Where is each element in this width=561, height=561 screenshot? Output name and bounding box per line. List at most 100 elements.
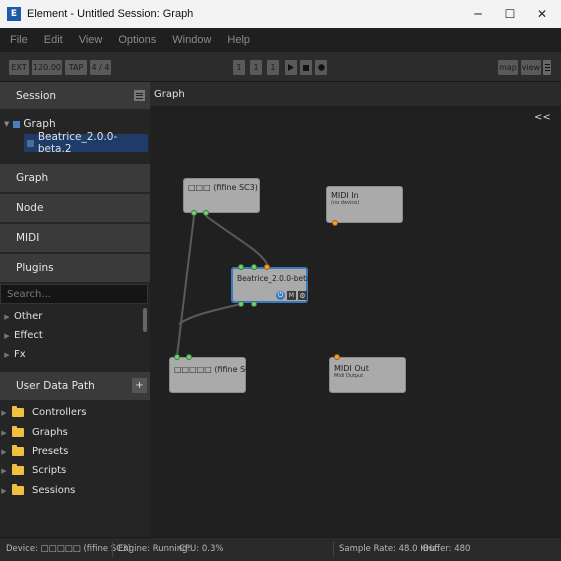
stop-button[interactable] xyxy=(300,60,312,75)
power-icon[interactable]: ⏻ xyxy=(276,291,285,300)
audio-in-port[interactable] xyxy=(174,354,180,360)
graph-view-header: Graph xyxy=(150,82,561,106)
node-title: □□□ (fifine SC3) xyxy=(188,183,258,192)
input-device-node[interactable]: □□□ (fifine SC3) xyxy=(183,178,260,216)
midi-in-port[interactable] xyxy=(334,354,340,360)
panel-toggle-icon[interactable] xyxy=(543,60,551,75)
audio-in-port[interactable] xyxy=(186,354,192,360)
graph-canvas[interactable]: << □□□ (fifine SC3) MIDI In (no device) … xyxy=(150,106,561,537)
section-graph[interactable]: Graph xyxy=(0,164,150,193)
section-graph-label: Graph xyxy=(16,172,49,184)
close-button[interactable]: ✕ xyxy=(526,0,558,28)
folder-graphs-label: Graphs xyxy=(32,427,68,438)
menu-view[interactable]: View xyxy=(71,34,111,46)
category-fx-label: Fx xyxy=(14,349,26,360)
folder-icon xyxy=(12,445,24,456)
folder-controllers-label: Controllers xyxy=(32,407,87,418)
plugin-node-beatrice[interactable]: Beatrice_2.0.0-beta.2 ⏻ M ⚙ xyxy=(231,264,318,307)
ext-sync-button[interactable]: EXT xyxy=(9,60,29,75)
tree-item-graph-label: Graph xyxy=(23,118,56,130)
expand-icon: ▶ xyxy=(4,350,10,359)
title-bar: E Element - Untitled Session: Graph ─ ☐ … xyxy=(0,0,561,28)
node-title: MIDI In xyxy=(331,191,359,200)
plugin-search-input[interactable]: Search... xyxy=(0,284,148,304)
category-fx[interactable]: ▶ Fx xyxy=(0,345,26,364)
folder-presets-label: Presets xyxy=(32,446,69,457)
menu-bar: File Edit View Options Window Help xyxy=(0,28,561,52)
menu-options[interactable]: Options xyxy=(110,34,164,46)
section-plugins-label: Plugins xyxy=(16,262,54,274)
tap-tempo-button[interactable]: TAP xyxy=(65,60,87,75)
folder-presets[interactable]: ▶ Presets xyxy=(0,442,68,461)
tree-item-selected-node[interactable]: Beatrice_2.0.0-beta.2 xyxy=(24,131,148,155)
section-node-label: Node xyxy=(16,202,44,214)
beat-counter: 1 xyxy=(250,60,262,75)
folder-scripts-label: Scripts xyxy=(32,465,67,476)
category-effect[interactable]: ▶ Effect xyxy=(0,326,43,345)
audio-in-port[interactable] xyxy=(238,264,244,270)
menu-window[interactable]: Window xyxy=(164,34,219,46)
add-path-button[interactable]: + xyxy=(132,378,147,393)
user-data-header[interactable]: User Data Path + xyxy=(0,372,150,401)
folder-scripts[interactable]: ▶ Scripts xyxy=(0,461,66,480)
graph-icon xyxy=(13,120,21,128)
folder-controllers[interactable]: ▶ Controllers xyxy=(0,403,86,422)
stop-icon xyxy=(303,64,309,71)
play-button[interactable] xyxy=(285,60,297,75)
audio-in-port[interactable] xyxy=(251,264,257,270)
expand-icon: ▶ xyxy=(4,312,10,321)
record-button[interactable] xyxy=(315,60,327,75)
folder-sessions[interactable]: ▶ Sessions xyxy=(0,481,75,500)
play-icon xyxy=(288,64,294,71)
session-header[interactable]: Session xyxy=(0,82,150,110)
session-menu-icon[interactable] xyxy=(134,90,145,101)
meter-field[interactable]: 4 / 4 xyxy=(90,60,111,75)
record-icon xyxy=(317,64,325,71)
view-button[interactable]: view xyxy=(521,60,541,75)
tempo-field[interactable]: 120.00 xyxy=(32,60,62,75)
node-title: MIDI Out xyxy=(334,364,369,373)
node-subtitle: Midi Output xyxy=(334,373,364,379)
folder-icon xyxy=(12,426,24,437)
status-divider xyxy=(112,542,113,557)
status-bar: Device: □□□□□ (fifine SC3) Engine: Runni… xyxy=(0,537,561,561)
mute-button[interactable]: M xyxy=(287,291,296,300)
category-other[interactable]: ▶ Other xyxy=(0,307,42,326)
section-plugins[interactable]: Plugins xyxy=(0,254,150,283)
node-icon xyxy=(27,139,34,147)
section-node[interactable]: Node xyxy=(0,194,150,223)
audio-out-port[interactable] xyxy=(203,210,209,216)
expand-icon[interactable]: ▼ xyxy=(4,120,9,128)
status-buffer: Buffer: 480 xyxy=(423,544,471,554)
midi-in-port[interactable] xyxy=(264,264,270,270)
window-title: Element - Untitled Session: Graph xyxy=(27,8,194,20)
plugin-list-scrollbar[interactable] xyxy=(143,308,147,332)
category-effect-label: Effect xyxy=(14,330,43,341)
expand-icon: ▶ xyxy=(4,331,10,340)
menu-file[interactable]: File xyxy=(2,34,36,46)
maximize-button[interactable]: ☐ xyxy=(494,0,526,28)
midi-out-node[interactable]: MIDI Out Midi Output xyxy=(329,354,406,393)
expand-icon: ▶ xyxy=(1,447,7,456)
folder-graphs[interactable]: ▶ Graphs xyxy=(0,423,68,442)
menu-help[interactable]: Help xyxy=(219,34,258,46)
node-subtitle: (no device) xyxy=(331,200,360,206)
output-device-node[interactable]: □□□□□ (fifine SC3) xyxy=(169,354,259,393)
session-title: Session xyxy=(16,89,57,102)
section-midi[interactable]: MIDI xyxy=(0,224,150,253)
connection-wire xyxy=(205,215,268,265)
audio-out-port[interactable] xyxy=(238,301,244,307)
section-midi-label: MIDI xyxy=(16,232,40,244)
audio-out-port[interactable] xyxy=(191,210,197,216)
graph-view-title: Graph xyxy=(154,88,185,100)
audio-out-port[interactable] xyxy=(251,301,257,307)
selected-node-label: Beatrice_2.0.0-beta.2 xyxy=(37,131,118,155)
gear-icon[interactable]: ⚙ xyxy=(298,291,307,300)
menu-edit[interactable]: Edit xyxy=(36,34,71,46)
midi-out-port[interactable] xyxy=(332,220,338,226)
status-cpu: CPU: 0.3% xyxy=(179,544,224,554)
minimize-button[interactable]: ─ xyxy=(462,0,494,28)
map-button[interactable]: map xyxy=(498,60,518,75)
left-sidebar: Session ▼ Graph Beatrice_2.0.0-beta.2 Gr… xyxy=(0,82,150,537)
midi-in-node[interactable]: MIDI In (no device) xyxy=(326,186,403,226)
